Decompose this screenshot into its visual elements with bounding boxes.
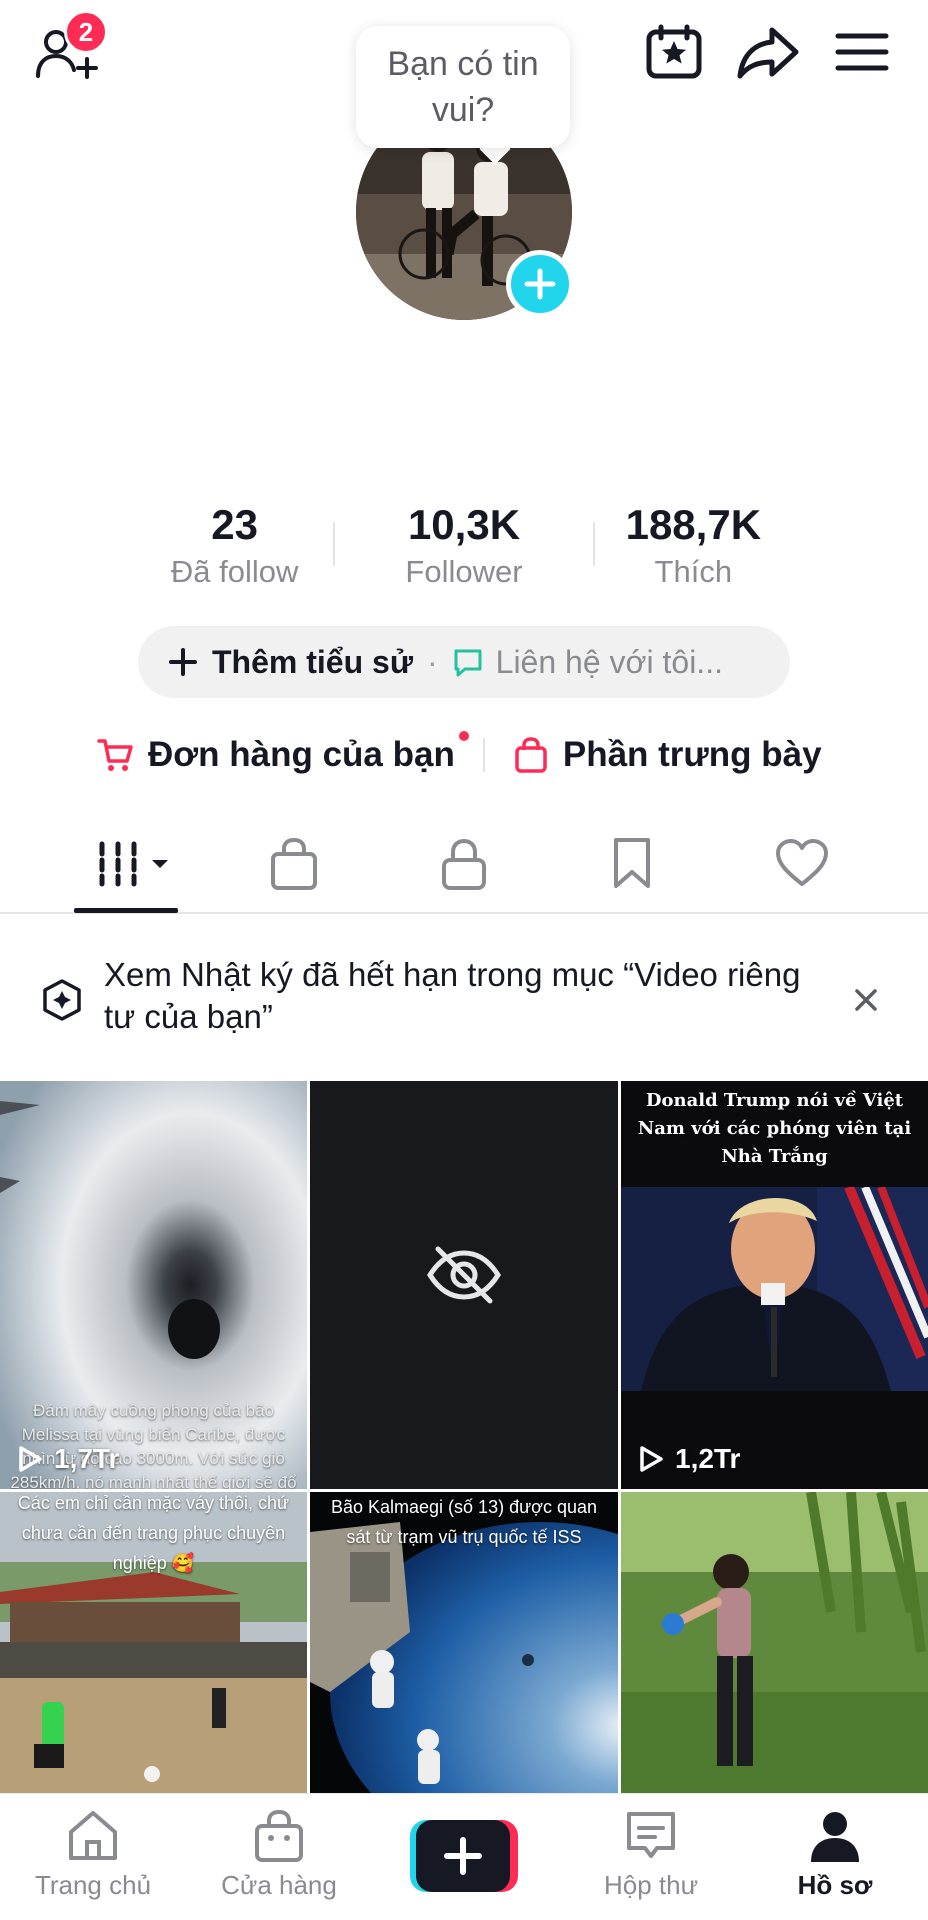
video-thumbnail[interactable]: Bão Kalmaegi (số 13) được quan sát từ tr… xyxy=(310,1492,618,1793)
nav-profile-label: Hồ sơ xyxy=(797,1870,873,1900)
tab-shop[interactable] xyxy=(254,834,334,894)
view-count: 1,2Tr xyxy=(637,1443,740,1475)
plus-icon xyxy=(524,268,556,300)
share-profile-button[interactable] xyxy=(736,22,800,82)
shopping-bag-icon xyxy=(255,1809,303,1862)
shopping-bag-icon xyxy=(271,837,317,890)
view-count-label: 1,7Tr xyxy=(54,1443,120,1474)
bookmark-icon xyxy=(614,838,650,888)
create-video-button[interactable] xyxy=(410,1820,518,1892)
nav-profile[interactable]: Hồ sơ xyxy=(750,1808,920,1901)
nav-shop-label: Cửa hàng xyxy=(221,1870,337,1900)
orders-label: Đơn hàng của bạn xyxy=(148,735,455,774)
lock-icon xyxy=(442,838,486,890)
video-thumbnail-hidden[interactable] xyxy=(310,1081,618,1489)
following-stat[interactable]: 23 Đã follow xyxy=(120,500,349,590)
video-thumbnail[interactable]: Các em chỉ cần mặc váy thôi, chứ chưa cầ… xyxy=(0,1492,307,1793)
video-grid-dropdown-icon xyxy=(99,841,168,887)
video-thumbnail[interactable] xyxy=(621,1492,928,1793)
expired-diary-notice[interactable]: Xem Nhật ký đã hết hạn trong mục “Video … xyxy=(0,916,928,1080)
orders-button[interactable]: Đơn hàng của bạn xyxy=(96,731,469,775)
woman-in-field-thumbnail xyxy=(621,1492,928,1793)
nav-inbox-label: Hộp thư xyxy=(603,1870,698,1900)
menu-button[interactable] xyxy=(834,22,890,82)
stat-divider xyxy=(593,522,595,566)
shop-divider xyxy=(482,738,485,772)
tab-saved[interactable] xyxy=(592,834,672,894)
eye-off-icon xyxy=(427,1246,501,1304)
orders-notification-dot xyxy=(458,731,469,741)
view-count-label: 1,2Tr xyxy=(675,1443,741,1474)
video-thumbnail[interactable]: Đám mây cuồng phong của bão Melissa tại … xyxy=(0,1081,307,1489)
shop-row: Đơn hàng của bạn Phần trưng bày xyxy=(96,724,836,786)
calendar-button[interactable] xyxy=(644,22,704,82)
bio-separator: · xyxy=(426,643,438,680)
plus-icon xyxy=(169,648,197,676)
sparkle-icon xyxy=(43,979,81,1021)
status-bubble[interactable]: Bạn có tin vui? xyxy=(356,26,570,148)
view-count: 1,7Tr xyxy=(16,1443,119,1475)
contact-label: Liên hệ với tôi... xyxy=(495,643,723,680)
hamburger-menu-icon xyxy=(835,33,889,71)
video-grid: Đám mây cuồng phong của bão Melissa tại … xyxy=(0,1081,928,1793)
nav-home[interactable]: Trang chủ xyxy=(8,1808,178,1901)
heart-icon xyxy=(776,839,828,886)
followers-label: Follower xyxy=(405,554,523,589)
contact-button[interactable]: Liên hệ với tôi... xyxy=(452,644,723,681)
play-icon xyxy=(640,1446,663,1472)
notification-badge: 2 xyxy=(64,10,108,54)
notice-text: Xem Nhật ký đã hết hạn trong mục “Video … xyxy=(104,956,801,1035)
press-conference-thumbnail xyxy=(621,1187,928,1391)
nav-home-label: Trang chủ xyxy=(34,1870,152,1900)
play-icon xyxy=(19,1446,42,1472)
profile-tabs xyxy=(0,820,928,914)
following-label: Đã follow xyxy=(170,554,299,589)
tab-private[interactable] xyxy=(424,834,504,894)
add-avatar-story-button[interactable] xyxy=(506,250,574,318)
chat-bubble-icon xyxy=(454,649,482,677)
bio-pill: Thêm tiểu sử · Liên hệ với tôi... xyxy=(138,626,790,698)
calendar-star-icon xyxy=(646,24,702,79)
followers-count: 10,3K xyxy=(407,501,521,548)
video-thumbnail[interactable]: Donald Trump nói về Việt Nam với các phó… xyxy=(621,1081,928,1489)
likes-stat[interactable]: 188,7K Thích xyxy=(579,500,808,590)
stat-divider xyxy=(333,522,335,566)
add-bio-label: Thêm tiểu sử xyxy=(212,643,413,680)
following-count: 23 xyxy=(211,501,259,548)
bottom-navigation: Trang chủ Cửa hàng Hộp thư Hồ sơ xyxy=(0,1793,928,1920)
shopping-cart-icon xyxy=(97,739,133,771)
video-caption: Bão Kalmaegi (số 13) được quan sát từ tr… xyxy=(330,1497,597,1547)
profile-person-icon xyxy=(811,1812,859,1862)
active-tab-indicator xyxy=(74,908,178,913)
nav-shop[interactable]: Cửa hàng xyxy=(194,1808,364,1901)
create-plus-icon xyxy=(410,1820,518,1892)
close-icon[interactable] xyxy=(852,986,880,1014)
video-caption: Donald Trump nói về Việt Nam với các phó… xyxy=(637,1090,912,1167)
likes-count: 188,7K xyxy=(625,501,762,548)
home-icon xyxy=(69,1811,117,1860)
share-icon xyxy=(737,27,799,79)
tab-videos[interactable] xyxy=(86,834,176,894)
profile-stats: 23 Đã follow 10,3K Follower 188,7K Thích xyxy=(120,500,808,590)
tab-liked[interactable] xyxy=(762,834,842,894)
video-caption: Các em chỉ cần mặc váy thôi, chứ chưa cầ… xyxy=(17,1493,290,1573)
add-bio-button[interactable]: Thêm tiểu sử xyxy=(168,644,413,681)
inbox-message-icon xyxy=(627,1812,675,1858)
likes-label: Thích xyxy=(654,554,733,589)
showcase-button[interactable]: Phần trưng bày xyxy=(513,735,822,775)
showcase-label: Phần trưng bày xyxy=(562,735,822,774)
followers-stat[interactable]: 10,3K Follower xyxy=(349,500,578,590)
nav-inbox[interactable]: Hộp thư xyxy=(566,1808,736,1901)
shopping-bag-icon xyxy=(515,737,547,773)
